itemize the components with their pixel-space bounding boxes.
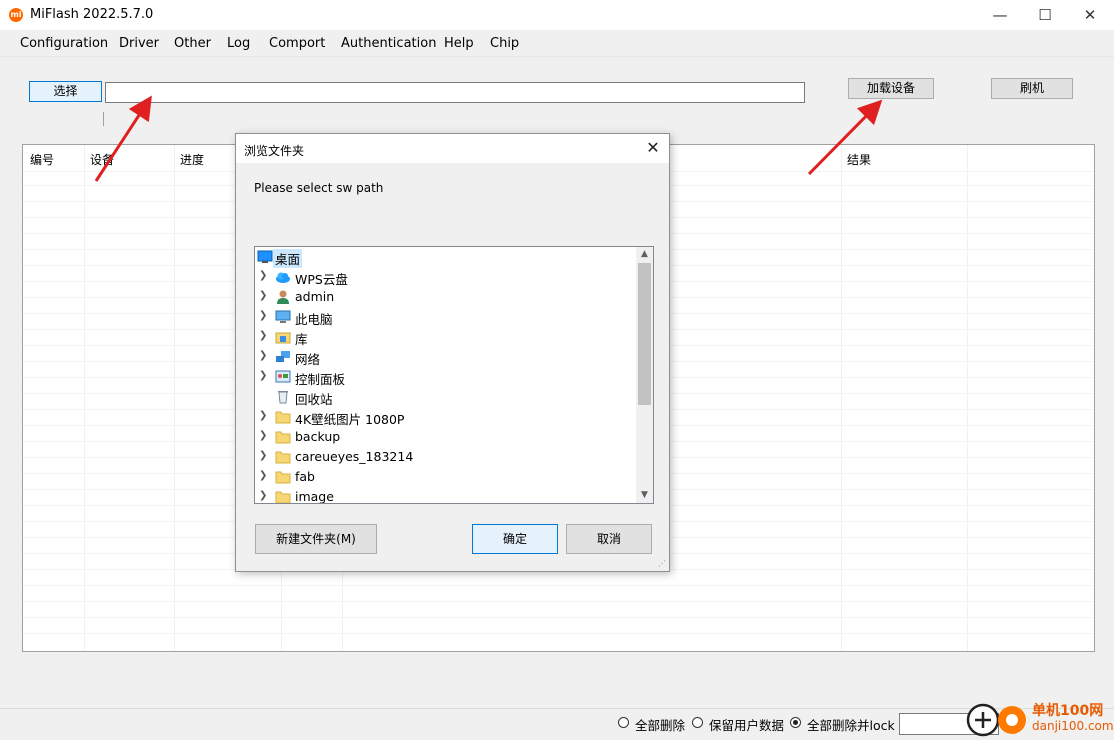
tree-item-folder[interactable]: ❯ image (255, 487, 635, 504)
tree-item-label: WPS云盘 (295, 272, 348, 287)
tree-item-label: fab (295, 469, 315, 484)
folder-tree[interactable]: 桌面 ❯ WPS云盘 ❯ admin ❯ 此电脑 ❯ 库 ❯ 网络 ❯ 控制面板… (254, 246, 654, 504)
resize-grip-icon[interactable]: ⋰ (658, 559, 666, 568)
dialog-title: 浏览文件夹 (244, 144, 305, 158)
chevron-right-icon[interactable]: ❯ (259, 330, 267, 341)
radio-save-user-data[interactable] (692, 717, 703, 728)
scrollbar-thumb[interactable] (638, 263, 651, 405)
tree-item-control-panel[interactable]: ❯ 控制面板 (255, 367, 635, 387)
recycle-bin-icon (278, 391, 288, 404)
control-panel-icon (275, 370, 291, 383)
new-folder-button[interactable]: 新建文件夹(M) (255, 524, 377, 554)
radio-clean-all-and-lock[interactable] (790, 717, 801, 728)
folder-icon (275, 491, 291, 503)
tree-item-folder[interactable]: ❯ careueyes_183214 (255, 447, 635, 467)
tree-item-recycle-bin[interactable]: 回收站 (255, 387, 635, 407)
tree-scrollbar[interactable]: ▲ ▼ (636, 247, 653, 503)
browse-folder-dialog: 浏览文件夹 ✕ Please select sw path 桌面 ❯ WPS云盘… (235, 133, 670, 572)
tree-item-label: 网络 (295, 352, 321, 367)
chevron-right-icon[interactable]: ❯ (259, 430, 267, 441)
tree-item-label: image (295, 489, 334, 504)
cancel-button[interactable]: 取消 (566, 524, 652, 554)
computer-icon (275, 310, 291, 323)
network-icon (276, 351, 290, 362)
chevron-right-icon[interactable]: ❯ (259, 270, 267, 281)
tree-item-label: 桌面 (273, 249, 303, 268)
scroll-down-icon[interactable]: ▼ (636, 488, 653, 503)
folder-icon (275, 411, 291, 424)
red-arrow-icon (94, 95, 152, 182)
chevron-right-icon[interactable]: ❯ (259, 290, 267, 301)
tree-item-wps-cloud[interactable]: ❯ WPS云盘 (255, 267, 635, 287)
tree-item-label: 4K壁纸图片 1080P (295, 412, 405, 427)
dialog-close-icon[interactable]: ✕ (642, 138, 664, 157)
dialog-title-bar: 浏览文件夹 ✕ (236, 134, 669, 163)
folder-icon (275, 431, 291, 444)
watermark-text: 单机100网 (1032, 703, 1104, 719)
dialog-prompt: Please select sw path (254, 181, 384, 195)
chevron-right-icon[interactable]: ❯ (259, 370, 267, 381)
tree-item-library[interactable]: ❯ 库 (255, 327, 635, 347)
desktop-icon (257, 250, 273, 263)
tree-item-this-pc[interactable]: ❯ 此电脑 (255, 307, 635, 327)
tree-item-label: backup (295, 429, 341, 444)
radio-label-clean-all: 全部删除 (635, 718, 686, 733)
cloud-icon (276, 272, 290, 283)
folder-icon (275, 451, 291, 464)
tree-item-folder[interactable]: ❯ fab (255, 467, 635, 487)
scroll-up-icon[interactable]: ▲ (636, 247, 653, 262)
red-arrow-icon (807, 99, 883, 176)
tree-item-admin[interactable]: ❯ admin (255, 287, 635, 307)
watermark-logo-icon (966, 703, 1026, 737)
library-icon (275, 332, 291, 344)
status-bar: 全部删除 保留用户数据 全部删除并lock (0, 708, 1114, 740)
user-icon (277, 290, 289, 304)
chevron-right-icon[interactable]: ❯ (259, 410, 267, 421)
watermark-url: danji100.com (1032, 719, 1114, 733)
radio-clean-all[interactable] (618, 717, 629, 728)
tree-item-folder[interactable]: ❯ backup (255, 427, 635, 447)
tree-item-desktop[interactable]: 桌面 (255, 247, 635, 268)
tree-item-label: careueyes_183214 (295, 449, 414, 464)
tree-item-label: 库 (295, 332, 308, 347)
watermark: 单机100网 danji100.com (966, 700, 1114, 739)
chevron-right-icon[interactable]: ❯ (259, 350, 267, 361)
ok-button[interactable]: 确定 (472, 524, 558, 554)
tree-item-label: 控制面板 (295, 372, 346, 387)
radio-label-save-user-data: 保留用户数据 (709, 718, 785, 733)
tree-item-network[interactable]: ❯ 网络 (255, 347, 635, 367)
chevron-right-icon[interactable]: ❯ (259, 310, 267, 321)
tree-item-label: 回收站 (295, 392, 333, 407)
chevron-right-icon[interactable]: ❯ (259, 470, 267, 481)
tree-item-label: admin (295, 289, 335, 304)
radio-label-clean-all-and-lock: 全部删除并lock (807, 718, 895, 733)
tree-item-label: 此电脑 (295, 312, 333, 327)
chevron-right-icon[interactable]: ❯ (259, 450, 267, 461)
chevron-right-icon[interactable]: ❯ (259, 490, 267, 501)
tree-item-folder[interactable]: ❯ 4K壁纸图片 1080P (255, 407, 635, 427)
folder-icon (275, 471, 291, 484)
